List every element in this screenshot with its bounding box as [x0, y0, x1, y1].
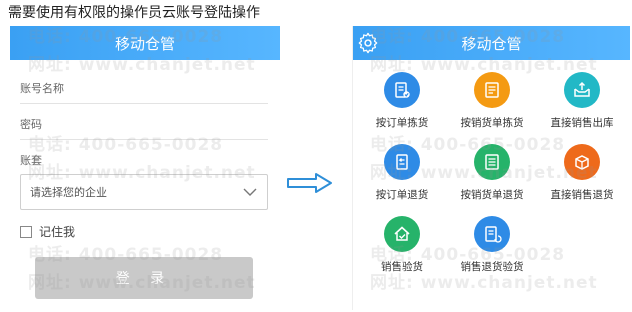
tile-label: 按订单拣货 — [375, 117, 429, 129]
password-underline — [20, 139, 268, 140]
return-order-icon — [384, 144, 420, 180]
return-check-icon — [474, 216, 510, 252]
login-screen: 移动仓管 账号名称 密码 账套 请选择您的企业 记住我 登 录 — [10, 26, 280, 310]
tile-label: 按订单退货 — [375, 189, 429, 201]
ledger-select[interactable]: 请选择您的企业 — [20, 174, 268, 210]
caption-text: 需要使用有权限的操作员云账号登陆操作 — [8, 5, 260, 21]
tile-direct-sales-outbound[interactable]: 直接销售出库 — [537, 72, 627, 130]
box-out-icon — [564, 72, 600, 108]
tile-label: 销售验货 — [381, 261, 423, 273]
ledger-label: 账套 — [20, 154, 42, 167]
tile-label: 直接销售出库 — [550, 117, 614, 129]
tile-pick-by-order[interactable]: 按订单拣货 — [357, 72, 447, 130]
return-document-icon — [474, 144, 510, 180]
home-screen: 移动仓管 按订单拣货 按销货单拣货 直接销售出库 按订单退货 按销货单退货 直接… — [352, 26, 630, 310]
home-title: 移动仓管 — [461, 34, 522, 53]
account-underline — [20, 103, 268, 104]
login-button[interactable]: 登 录 — [35, 257, 253, 299]
tile-pick-by-sales-slip[interactable]: 按销货单拣货 — [447, 72, 537, 130]
house-check-icon — [384, 216, 420, 252]
tile-return-by-sales-slip[interactable]: 按销货单退货 — [447, 144, 537, 202]
tile-sales-inspection[interactable]: 销售验货 — [357, 216, 447, 274]
tile-label: 销售退货验货 — [460, 261, 524, 273]
remember-me-checkbox[interactable]: 记住我 — [20, 223, 75, 240]
tile-label: 直接销售退货 — [550, 189, 614, 201]
tile-direct-sales-return[interactable]: 直接销售退货 — [537, 144, 627, 202]
arrow-right-icon — [287, 173, 332, 193]
ledger-placeholder: 请选择您的企业 — [30, 186, 107, 199]
tile-return-by-order[interactable]: 按订单退货 — [357, 144, 447, 202]
tile-sales-return-inspection[interactable]: 销售退货验货 — [447, 216, 537, 274]
login-title: 移动仓管 — [114, 34, 175, 53]
document-list-icon — [474, 72, 510, 108]
checkbox-box[interactable] — [20, 225, 32, 238]
tile-label: 按销货单退货 — [460, 189, 524, 201]
tile-label: 按销货单拣货 — [460, 117, 524, 129]
password-field[interactable]: 密码 — [20, 116, 42, 132]
package-return-icon — [564, 144, 600, 180]
home-title-bar: 移动仓管 — [353, 26, 630, 60]
account-name-field[interactable]: 账号名称 — [20, 80, 64, 96]
chevron-down-icon — [243, 188, 257, 196]
clipboard-check-icon — [384, 72, 420, 108]
gear-icon[interactable] — [357, 32, 379, 54]
remember-me-label: 记住我 — [39, 225, 76, 239]
login-title-bar: 移动仓管 — [10, 26, 280, 60]
